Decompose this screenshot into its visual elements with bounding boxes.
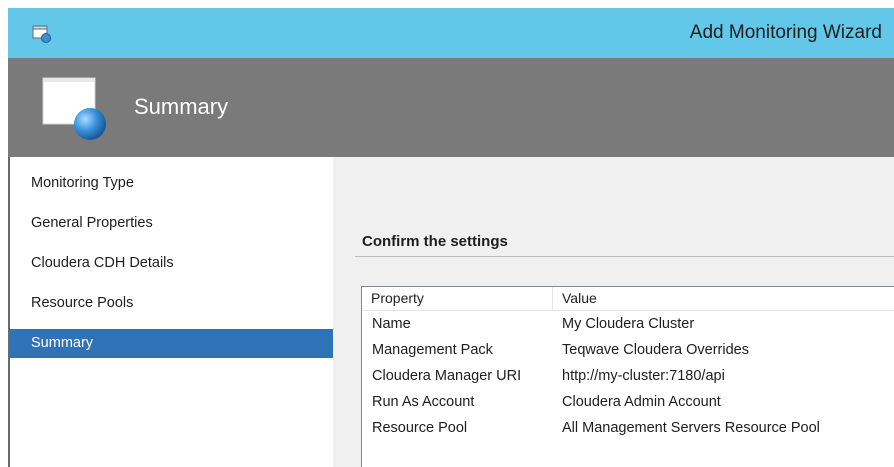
window-title: Add Monitoring Wizard [689, 22, 882, 43]
window-title-bar[interactable]: Add Monitoring Wizard [8, 8, 894, 58]
settings-list-view[interactable]: Property Value Name My Cloudera Cluster … [361, 286, 894, 467]
nav-item-monitoring-type[interactable]: Monitoring Type [10, 169, 333, 198]
banner-title: Summary [134, 94, 229, 119]
row-value: http://my-cluster:7180/api [562, 368, 725, 384]
heading-divider [355, 256, 894, 257]
row-value: All Management Servers Resource Pool [562, 420, 820, 436]
row-property: Name [372, 316, 411, 332]
table-row[interactable]: Run As Account Cloudera Admin Account [362, 389, 894, 415]
table-row[interactable]: Resource Pool All Management Servers Res… [362, 415, 894, 441]
table-row[interactable]: Cloudera Manager URI http://my-cluster:7… [362, 363, 894, 389]
row-property: Resource Pool [372, 420, 468, 436]
list-view-header: Property Value [362, 287, 894, 311]
column-header-property[interactable]: Property [362, 287, 553, 310]
nav-item-general-properties[interactable]: General Properties [10, 209, 333, 238]
window-icon [32, 25, 51, 43]
row-value: Cloudera Admin Account [562, 394, 721, 410]
wizard-content: Confirm the settings Property Value Name… [333, 157, 894, 467]
table-row[interactable]: Management Pack Teqwave Cloudera Overrid… [362, 337, 894, 363]
row-value: Teqwave Cloudera Overrides [562, 342, 749, 358]
row-property: Cloudera Manager URI [372, 368, 522, 384]
column-header-value[interactable]: Value [553, 287, 894, 310]
nav-item-resource-pools[interactable]: Resource Pools [10, 289, 333, 318]
row-property: Run As Account [372, 394, 475, 410]
section-heading: Confirm the settings [362, 233, 508, 250]
row-value: My Cloudera Cluster [562, 316, 695, 332]
table-row[interactable]: Name My Cloudera Cluster [362, 311, 894, 337]
nav-item-cloudera-cdh-details[interactable]: Cloudera CDH Details [10, 249, 333, 278]
row-property: Management Pack [372, 342, 493, 358]
nav-item-summary[interactable]: Summary [10, 329, 333, 358]
wizard-summary-icon [42, 77, 106, 140]
wizard-step-list: Monitoring Type General Properties Cloud… [10, 157, 333, 467]
wizard-banner: Summary [8, 58, 894, 157]
